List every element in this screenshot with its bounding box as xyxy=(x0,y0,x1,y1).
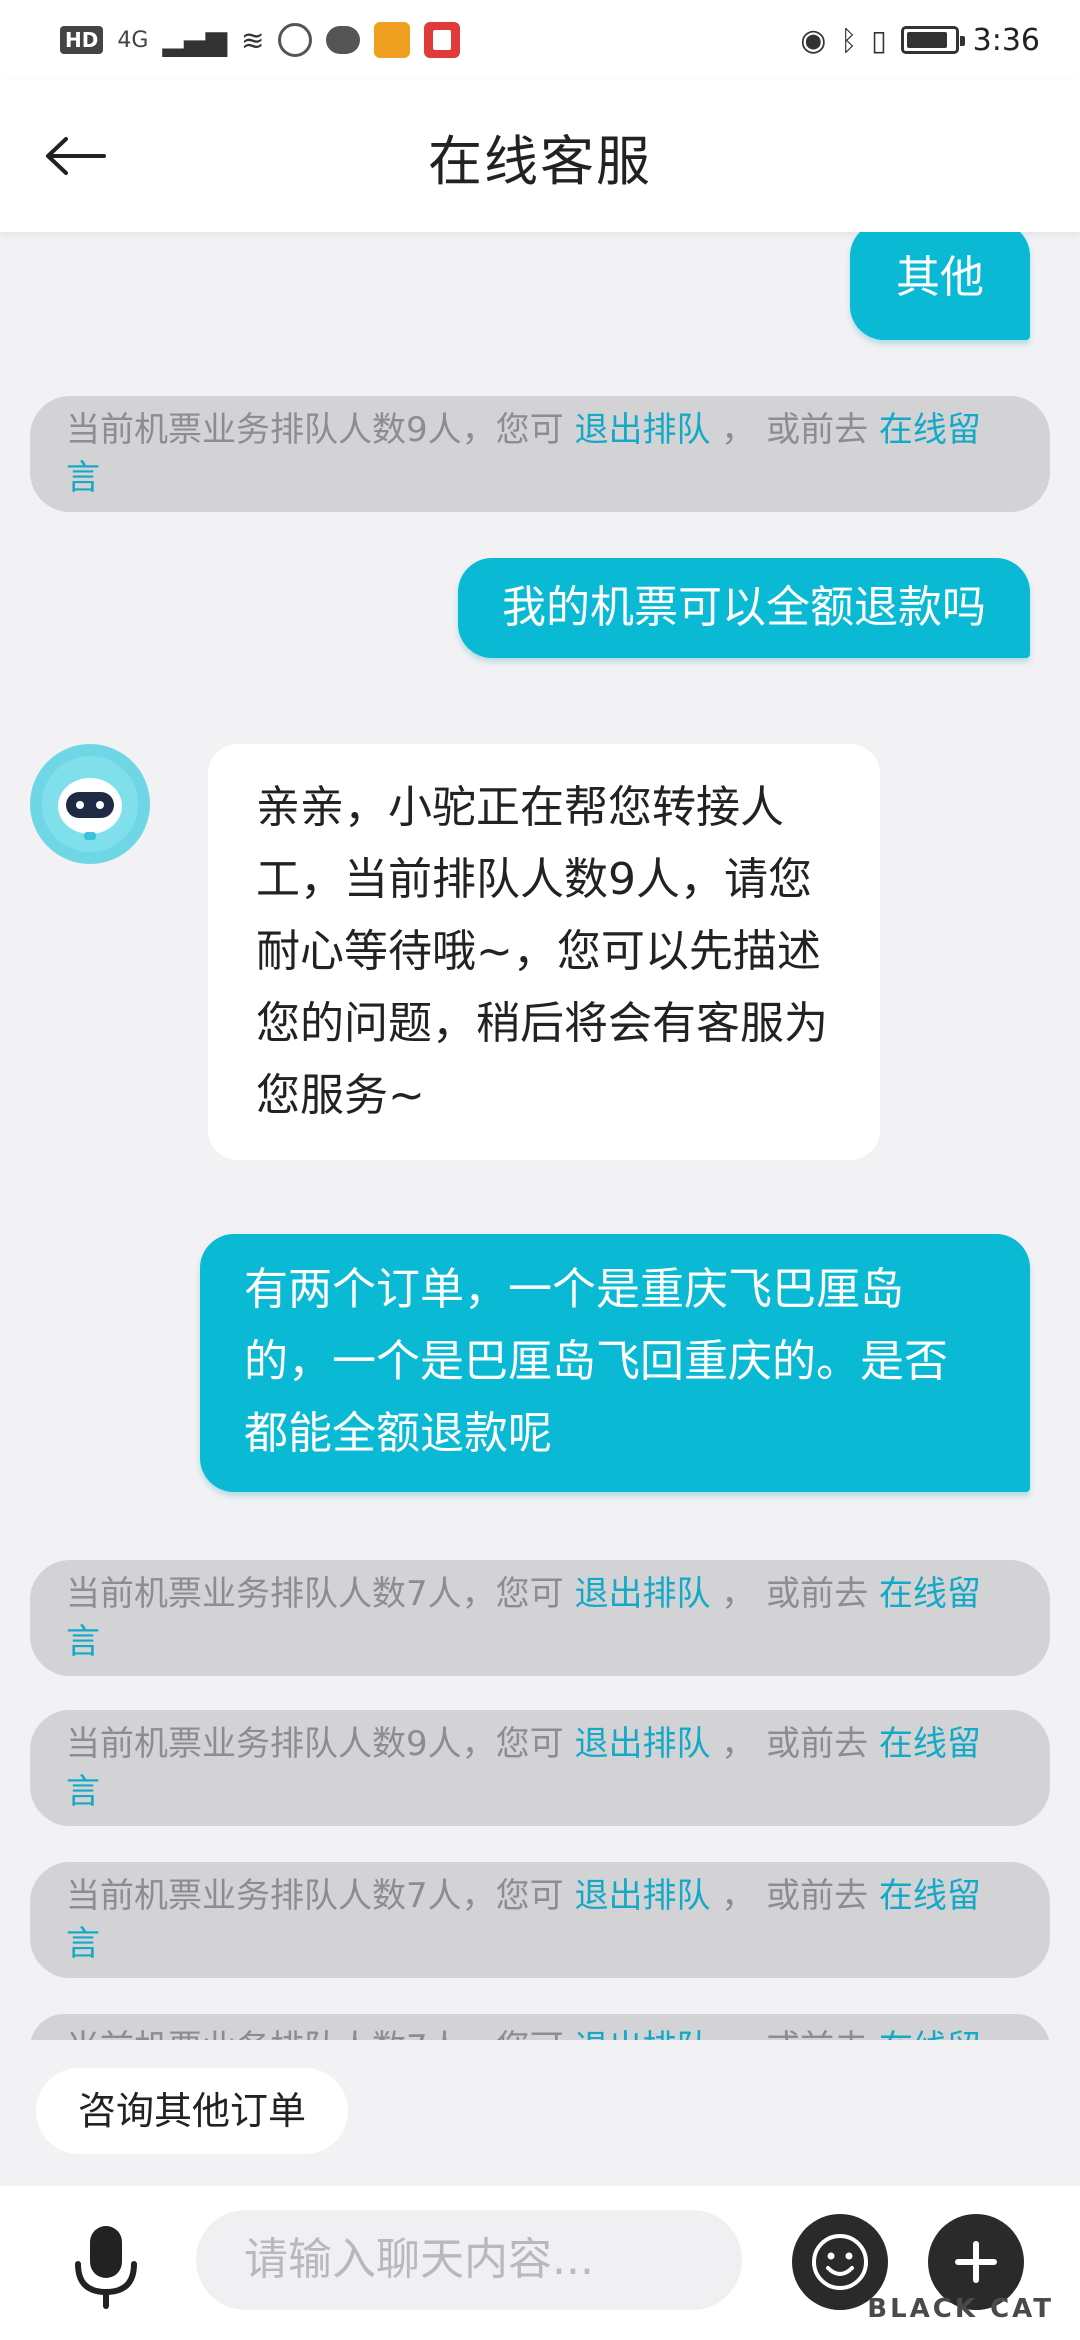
notice-separator: ， 或前去 xyxy=(710,2028,878,2040)
exit-queue-link[interactable]: 退出排队 xyxy=(574,1876,710,1916)
message-icon xyxy=(326,26,361,54)
queue-notice: 当前机票业务排队人数7人，您可 退出排队 ， 或前去 在线留言 xyxy=(30,1862,1050,1978)
notice-separator: ， 或前去 xyxy=(710,410,879,450)
back-button[interactable] xyxy=(40,120,112,192)
notice-text: 当前机票业务排队人数7人，您可 xyxy=(66,1876,575,1916)
wifi-icon: ≋ xyxy=(241,23,265,57)
user-message: 我的机票可以全额退款吗 xyxy=(458,558,1030,658)
user-message: 有两个订单，一个是重庆飞巴厘岛的，一个是巴厘岛飞回重庆的。是否都能全额退款呢 xyxy=(200,1234,1030,1492)
watermark-text: BLACK CAT xyxy=(867,2294,1054,2324)
queue-notice: 当前机票业务排队人数9人，您可 退出排队 ， 或前去 在线留言 xyxy=(30,396,1050,512)
exit-queue-link[interactable]: 退出排队 xyxy=(574,1574,710,1614)
queue-notice: 当前机票业务排队人数9人，您可 退出排队 ， 或前去 在线留言 xyxy=(30,1710,1050,1826)
message-text: 我的机票可以全额退款吗 xyxy=(502,582,986,633)
status-left: HD 4G ▂▄▆ ≋ xyxy=(60,22,461,58)
book-app-icon xyxy=(424,22,461,58)
queue-notice: 当前机票业务排队人数7人，您可 退出排队 ， 或前去 在线留 xyxy=(30,2014,1050,2040)
notice-text: 当前机票业务排队人数9人，您可 xyxy=(66,410,575,450)
network-label: 4G xyxy=(117,27,149,53)
exit-queue-link[interactable]: 退出排队 xyxy=(574,410,710,450)
plus-icon xyxy=(955,2241,997,2283)
globe-icon xyxy=(278,23,313,57)
notice-separator: ， 或前去 xyxy=(710,1876,879,1916)
chat-input[interactable]: 请输入聊天内容... xyxy=(196,2210,742,2310)
notice-separator: ， 或前去 xyxy=(710,1574,879,1614)
input-bar: 请输入聊天内容... BLACK CAT xyxy=(0,2186,1080,2340)
signal-icon: ▂▄▆ xyxy=(162,23,227,57)
notice-separator: ， 或前去 xyxy=(710,1724,879,1764)
clock: 3:36 xyxy=(972,22,1040,58)
status-bar: HD 4G ▂▄▆ ≋ ◉ ᛒ ▯ 3:36 xyxy=(0,0,1080,80)
bot-message: 亲亲，小驼正在帮您转接人工，当前排队人数9人，请您耐心等待哦~，您可以先描述您的… xyxy=(208,744,880,1160)
app-notification-icon xyxy=(374,22,411,58)
exit-queue-link[interactable]: 退出排队 xyxy=(574,1724,710,1764)
message-text: 亲亲，小驼正在帮您转接人工，当前排队人数9人，请您耐心等待哦~，您可以先描述您的… xyxy=(256,782,828,1121)
quick-reply-other-orders[interactable]: 咨询其他订单 xyxy=(36,2068,349,2154)
message-text: 有两个订单，一个是重庆飞巴厘岛的，一个是巴厘岛飞回重庆的。是否都能全额退款呢 xyxy=(244,1264,948,1459)
hd-badge: HD xyxy=(60,26,104,54)
app-header: 在线客服 xyxy=(0,80,1080,232)
emoji-icon xyxy=(812,2234,868,2290)
battery-icon xyxy=(900,26,965,54)
bot-avatar-icon xyxy=(42,756,138,852)
notice-text: 当前机票业务排队人数7人，您可 xyxy=(66,1574,575,1614)
status-right: ◉ ᛒ ▯ 3:36 xyxy=(800,23,1040,58)
vibrate-icon: ▯ xyxy=(871,23,887,57)
eye-comfort-icon: ◉ xyxy=(800,22,827,58)
bluetooth-icon: ᛒ xyxy=(840,23,858,57)
notice-text: 当前机票业务排队人数7人，您可 xyxy=(66,2028,574,2040)
user-message: 其他 xyxy=(850,232,1030,340)
voice-button[interactable] xyxy=(66,2222,146,2312)
notice-text: 当前机票业务排队人数9人，您可 xyxy=(66,1724,575,1764)
page-title: 在线客服 xyxy=(428,129,652,193)
bot-avatar xyxy=(30,744,150,864)
back-arrow-icon xyxy=(46,137,106,175)
exit-queue-link[interactable]: 退出排队 xyxy=(574,2028,710,2040)
message-text: 其他 xyxy=(896,252,984,303)
chat-area[interactable]: 其他 当前机票业务排队人数9人，您可 退出排队 ， 或前去 在线留言 我的机票可… xyxy=(0,232,1080,2040)
queue-notice: 当前机票业务排队人数7人，您可 退出排队 ， 或前去 在线留言 xyxy=(30,1560,1050,1676)
microphone-icon xyxy=(75,2226,137,2309)
leave-message-link[interactable]: 在线留 xyxy=(879,2028,981,2040)
